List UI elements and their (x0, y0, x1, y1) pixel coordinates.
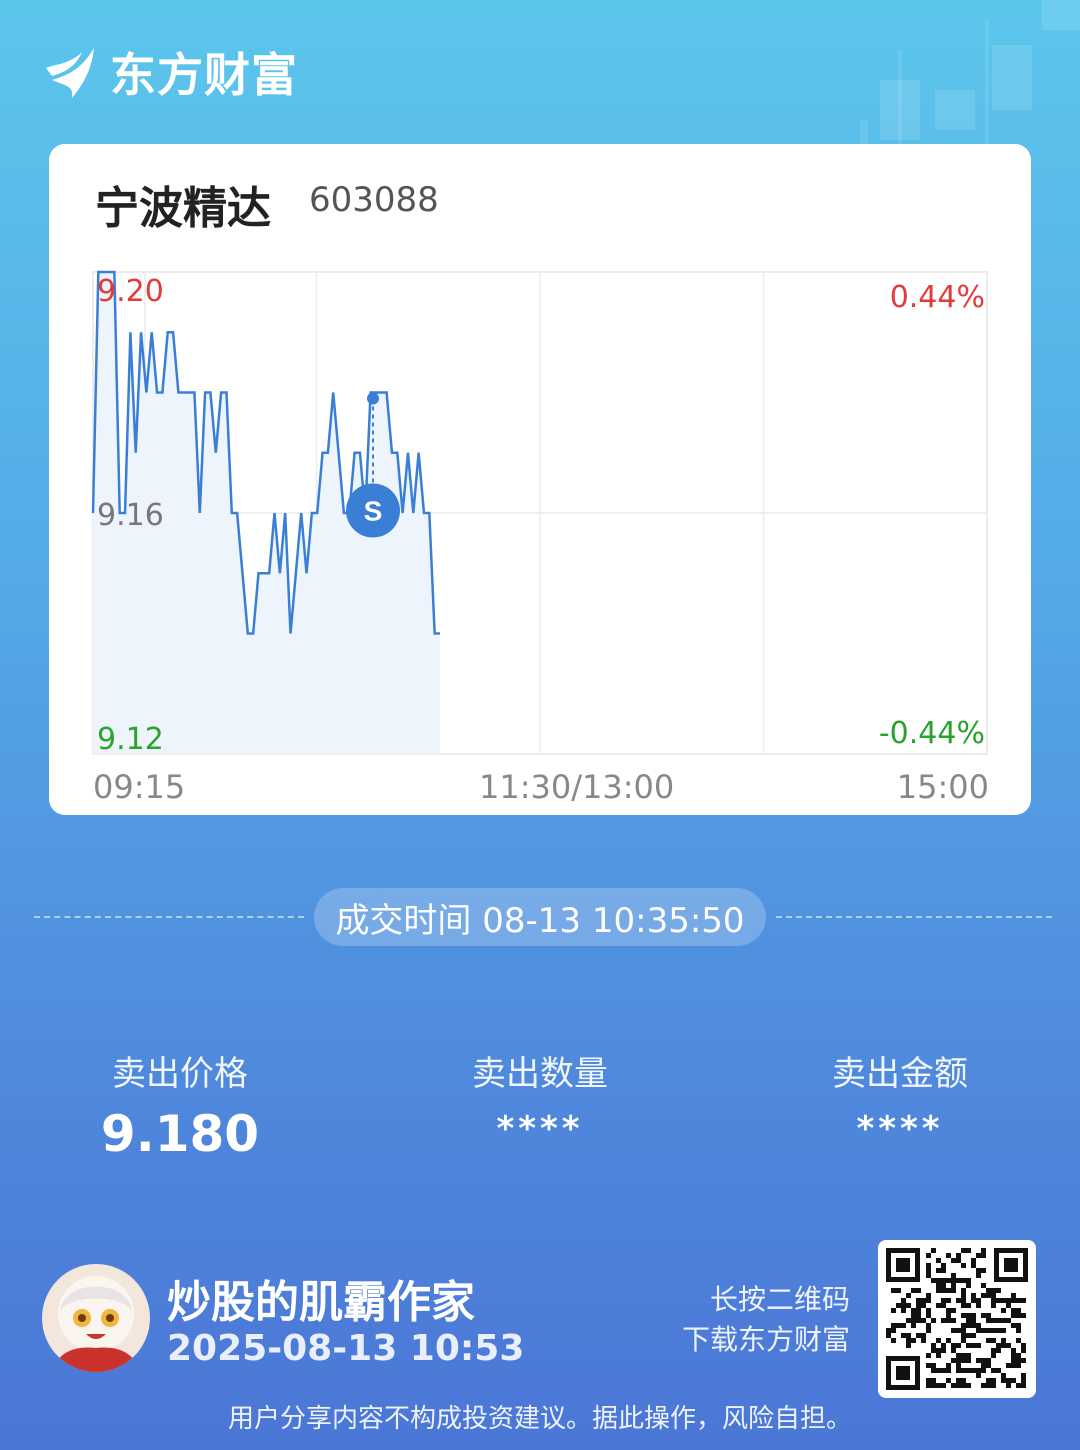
share-timestamp: 2025-08-13 10:53 (167, 1328, 525, 1369)
trade-time-row: 成交时间 08-13 10:35:50 (34, 888, 1052, 946)
trade-marker-point (367, 392, 379, 405)
y-tick-mid: 9.16 (97, 498, 164, 533)
stat-value-masked: **** (856, 1109, 944, 1149)
divider-left (34, 916, 304, 918)
y-tick-high: 9.20 (97, 274, 164, 309)
download-qr-code[interactable] (878, 1240, 1036, 1398)
avatar-illustration (42, 1264, 150, 1372)
stat-sell-quantity: 卖出数量 **** (410, 1046, 670, 1149)
eastmoney-logo-icon (46, 48, 94, 98)
x-tick-open: 09:15 (93, 768, 186, 806)
qr-hint: 长按二维码 下载东方财富 (682, 1280, 850, 1360)
x-tick-close: 15:00 (896, 768, 989, 806)
stat-sell-price: 卖出价格 9.180 (50, 1046, 310, 1163)
stat-sell-amount: 卖出金额 **** (770, 1046, 1030, 1149)
disclaimer: 用户分享内容不构成投资建议。据此操作，风险自担。 (227, 1404, 852, 1434)
user-name: 炒股的肌霸作家 (167, 1277, 475, 1328)
trade-marker-label: S (364, 496, 383, 527)
trade-time-badge: 成交时间 08-13 10:35:50 (314, 888, 766, 946)
stat-label: 卖出金额 (832, 1054, 968, 1094)
qr-hint-line2: 下载东方财富 (681, 1323, 850, 1356)
y-tick-low: 9.12 (97, 722, 164, 757)
intraday-chart: S (91, 270, 988, 755)
avatar[interactable] (42, 1264, 150, 1372)
trade-stats: 卖出价格 9.180 卖出数量 **** 卖出金额 **** (0, 1046, 1080, 1166)
stat-value: 9.180 (100, 1105, 260, 1163)
pct-tick-high: 0.44% (889, 280, 985, 315)
stat-value-masked: **** (496, 1109, 584, 1149)
pct-tick-low: -0.44% (878, 716, 985, 751)
x-tick-midday: 11:30/13:00 (479, 768, 675, 806)
stat-label: 卖出数量 (472, 1054, 608, 1094)
brand-logo: 东方财富 (42, 40, 298, 104)
divider-right (776, 916, 1052, 918)
brand-name: 东方财富 (110, 48, 298, 102)
qr-hint-line1: 长按二维码 (709, 1283, 850, 1316)
stat-label: 卖出价格 (112, 1054, 248, 1094)
qr-code-icon (886, 1248, 1028, 1390)
stock-chart-card: 宁波精达 603088 S 9.20 9.16 9.12 0.44% -0.44… (49, 144, 1031, 815)
